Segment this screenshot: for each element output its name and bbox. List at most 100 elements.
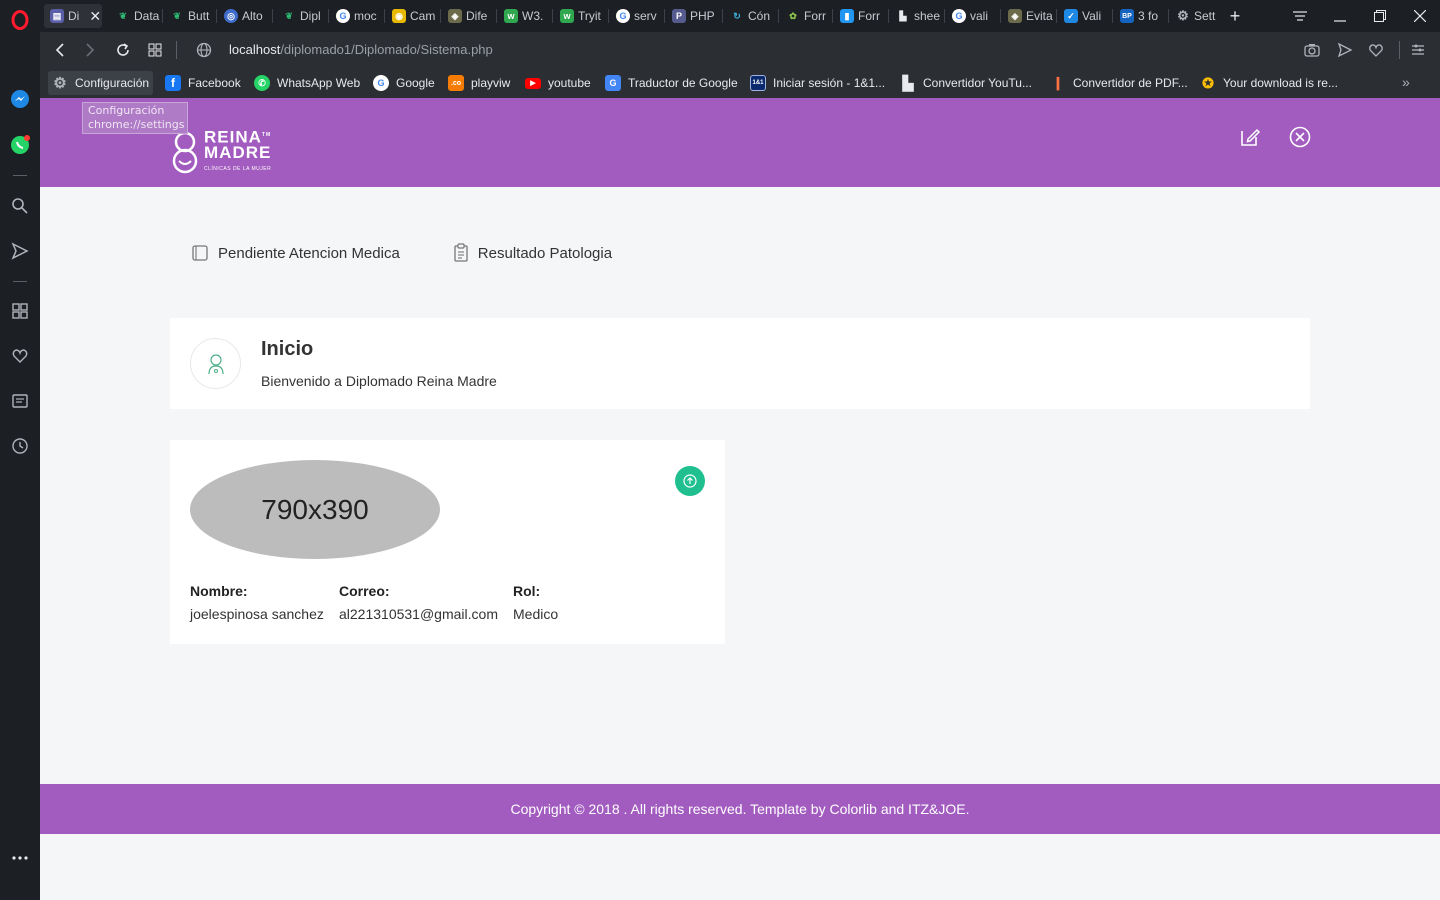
logout-close-icon[interactable] — [1288, 125, 1312, 149]
bookmark-whatsapp[interactable]: ✆ WhatsApp Web — [250, 71, 364, 95]
tab[interactable]: ◈ Dife — [442, 4, 496, 28]
speed-dial-icon[interactable] — [8, 299, 32, 323]
tab[interactable]: ▙ shee — [890, 4, 944, 28]
tab[interactable]: ❦ Dipl — [276, 4, 328, 28]
tab-label: Tryit — [578, 9, 601, 23]
php-icon: P — [672, 9, 686, 23]
bookmark-translate[interactable]: G Traductor de Google — [601, 71, 742, 95]
bookmark-download[interactable]: ✪ Your download is re... — [1196, 71, 1342, 95]
tab-menu-icon[interactable] — [1282, 4, 1318, 28]
nav-pendiente-atencion-medica[interactable]: Pendiente Atencion Medica — [190, 243, 400, 263]
bookmark-label: Configuración — [75, 76, 150, 90]
tab-label: Cón — [748, 9, 771, 23]
gear-icon: ⚙ — [1177, 8, 1189, 23]
tab[interactable]: ✓ Vali — [1058, 4, 1112, 28]
tab[interactable]: Gmoc — [330, 4, 384, 28]
tab[interactable]: ✿ Forr — [780, 4, 832, 28]
bookmark-1and1[interactable]: 1&1 Iniciar sesión - 1&1... — [746, 71, 889, 95]
address-divider — [1399, 41, 1400, 59]
opera-logo-icon[interactable] — [8, 8, 32, 32]
forward-button[interactable] — [78, 38, 102, 62]
google-icon: G — [952, 9, 966, 23]
bookmark-youtube-converter[interactable]: ▙ Convertidor YouTu... — [896, 71, 1036, 95]
minimize-button[interactable] — [1322, 4, 1358, 28]
whatsapp-icon[interactable] — [8, 133, 32, 157]
site-header: REINATM MADRE CLÍNICAS DE LA MUJER — [40, 103, 1440, 187]
google-icon: G — [616, 9, 630, 23]
site-info-icon[interactable] — [192, 38, 216, 62]
nav-resultado-patologia[interactable]: Resultado Patologia — [452, 243, 612, 263]
tab[interactable]: P PHP — [666, 4, 722, 28]
upload-photo-button[interactable] — [675, 466, 705, 496]
tab[interactable]: w W3. — [498, 4, 552, 28]
more-icon[interactable] — [8, 846, 32, 870]
restore-button[interactable] — [1362, 4, 1398, 28]
tab[interactable]: ↻ Cón — [724, 4, 778, 28]
tab[interactable]: ◈ Evita — [1002, 4, 1056, 28]
bookmark-facebook[interactable]: f Facebook — [161, 71, 245, 95]
tooltip-line2: chrome://settings — [88, 118, 185, 131]
logo-line2: MADRE — [204, 143, 272, 163]
tab-favicon-icon: ▤ — [50, 9, 64, 23]
more-bookmarks-icon[interactable]: » — [1402, 74, 1410, 90]
tab-label: PHP — [690, 9, 715, 23]
bookmark-pdf-converter[interactable]: ❙ Convertidor de PDF... — [1046, 71, 1192, 95]
bookmark-youtube[interactable]: ▶ youtube — [521, 71, 595, 95]
address-bar: localhost/diplomado1/Diplomado/Sistema.p… — [40, 32, 1440, 68]
close-tab-icon[interactable]: ✕ — [89, 8, 101, 25]
bookmark-label: youtube — [548, 76, 591, 90]
tab-active[interactable]: ▤ Di ✕ — [44, 4, 102, 28]
site-footer: Copyright © 2018 . All rights reserved. … — [40, 784, 1440, 834]
tab[interactable]: ❦ Butt — [164, 4, 216, 28]
pdf-converter-icon: ❙ — [1052, 75, 1064, 90]
bookmark-configuracion[interactable]: ⚙ Configuración — [48, 71, 154, 95]
page-subtitle: Bienvenido a Diplomado Reina Madre — [261, 373, 497, 389]
send-icon[interactable] — [8, 239, 32, 263]
messenger-icon[interactable] — [8, 87, 32, 111]
nav-label: Resultado Patologia — [477, 244, 613, 262]
tab[interactable]: ❦ Data — [110, 4, 162, 28]
new-tab-button[interactable]: + — [1218, 4, 1252, 28]
sync-icon: ↻ — [733, 10, 741, 21]
send-to-flow-icon[interactable] — [1333, 38, 1357, 62]
tab-label: Di — [68, 9, 80, 23]
bookmark-label: Facebook — [188, 76, 241, 90]
tab[interactable]: Gserv — [610, 4, 664, 28]
page-title: Inicio — [261, 338, 314, 360]
tab[interactable]: BP 3 fo — [1114, 4, 1168, 28]
tab-label: Forr — [804, 9, 826, 23]
leaf-icon: ❦ — [173, 10, 181, 21]
leaf-icon: ❦ — [285, 10, 293, 21]
leaf-icon: ❦ — [119, 10, 127, 21]
back-button[interactable] — [48, 38, 72, 62]
tab-label: Dipl — [300, 9, 321, 23]
heart-icon[interactable] — [8, 344, 32, 368]
bookmark-heart-icon[interactable] — [1364, 38, 1388, 62]
history-icon[interactable] — [8, 434, 32, 458]
w3-icon: w — [504, 9, 518, 23]
edit-icon[interactable] — [1238, 125, 1262, 149]
bookmark-google[interactable]: G Google — [369, 71, 439, 95]
bookmark-label: Your download is re... — [1223, 76, 1338, 90]
reload-button[interactable] — [111, 38, 135, 62]
easy-setup-icon[interactable] — [1406, 38, 1430, 62]
tab[interactable]: ◎ Alto — [218, 4, 272, 28]
tab[interactable]: w Tryit — [554, 4, 608, 28]
youtube-icon: ▶ — [525, 77, 541, 89]
arrow-up-circle-icon — [683, 474, 697, 488]
profile-card: 790x390 Nombre: joelespinosa sanchez Cor… — [170, 440, 725, 644]
photo-placeholder-text: 790x390 — [261, 493, 369, 525]
url-field[interactable]: localhost/diplomado1/Diplomado/Sistema.p… — [229, 42, 493, 57]
reina-madre-logo[interactable]: REINATM MADRE CLÍNICAS DE LA MUJER — [170, 127, 271, 177]
tab[interactable]: ▮ Forr — [834, 4, 888, 28]
close-window-button[interactable] — [1402, 4, 1438, 28]
tabs-grid-icon[interactable] — [143, 38, 167, 62]
bookmark-label: Traductor de Google — [628, 76, 738, 90]
bookmark-playviw[interactable]: .co playviw — [444, 71, 514, 95]
news-icon[interactable] — [8, 389, 32, 413]
snapshot-icon[interactable] — [1300, 38, 1324, 62]
tab-strip: ▤ Di ✕ ❦ Data ❦ Butt ◎ Alto ❦ Dipl Gmoc ◉ Cam… — [40, 0, 1440, 32]
tab[interactable]: Gvali — [946, 4, 1000, 28]
tab[interactable]: ◉ Cam — [386, 4, 440, 28]
search-icon[interactable] — [8, 194, 32, 218]
